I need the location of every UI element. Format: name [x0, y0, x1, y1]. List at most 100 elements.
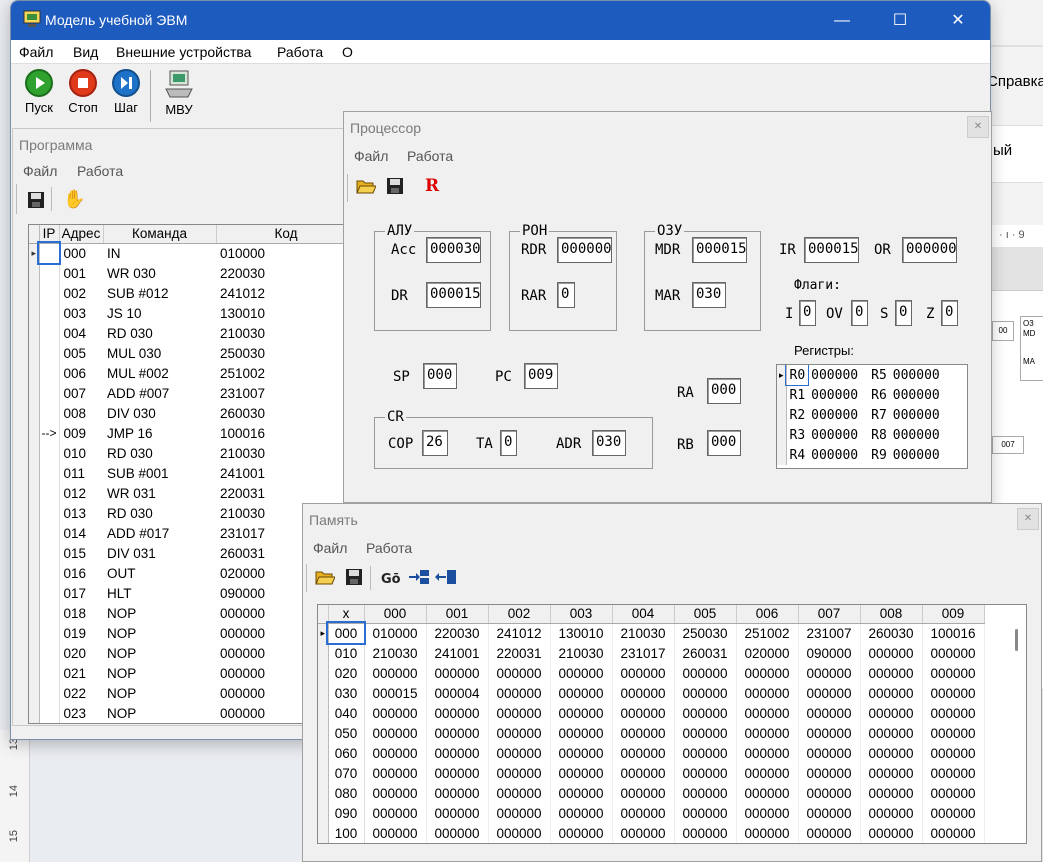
memory-row[interactable]: 100 000000 000000 000000 000000 000000 000000 0… — [318, 823, 985, 843]
table-row[interactable]: 011 SUB #001 241001 — [29, 463, 356, 483]
memory-cell[interactable]: 000000 — [798, 743, 861, 763]
processor-close-button[interactable]: ✕ — [967, 116, 989, 138]
memory-cell[interactable]: 000000 — [426, 803, 489, 823]
memory-cell[interactable]: 000000 — [612, 663, 675, 683]
mdr-field[interactable]: 000015 — [692, 237, 747, 263]
memory-cell[interactable]: 000000 — [860, 643, 923, 663]
menu-about[interactable]: О — [342, 44, 353, 60]
mvu-button[interactable]: МВУ — [159, 69, 199, 117]
memory-cell[interactable]: 000000 — [488, 803, 551, 823]
memory-cell[interactable]: 000000 — [798, 763, 861, 783]
rb-field[interactable]: 000 — [707, 430, 741, 456]
pc-field[interactable]: 009 — [524, 363, 558, 389]
memory-cell[interactable]: 000000 — [674, 723, 737, 743]
memory-cell[interactable]: 000000 — [488, 763, 551, 783]
memory-open-folder-icon[interactable] — [315, 568, 336, 586]
memory-cell[interactable]: 210030 — [612, 623, 675, 643]
rdr-field[interactable]: 000000 — [557, 237, 612, 263]
memory-cell[interactable]: 000000 — [736, 683, 799, 703]
memory-cell[interactable]: 000004 — [426, 683, 489, 703]
memory-cell[interactable]: 220030 — [426, 623, 489, 643]
memory-cell[interactable]: 000000 — [736, 823, 799, 843]
or-field[interactable]: 000000 — [902, 237, 957, 263]
close-button[interactable]: ✕ — [929, 1, 987, 40]
memory-cell[interactable]: 000000 — [674, 803, 737, 823]
rar-field[interactable]: 0 — [557, 282, 575, 308]
memory-cell[interactable]: 000000 — [488, 743, 551, 763]
menu-work[interactable]: Работа — [277, 44, 323, 60]
memory-menu-work[interactable]: Работа — [366, 540, 412, 556]
memory-cell[interactable]: 241012 — [488, 623, 551, 643]
menu-external-devices[interactable]: Внешние устройства — [116, 44, 251, 60]
open-folder-icon[interactable] — [356, 177, 377, 195]
memory-cell[interactable]: 241001 — [426, 643, 489, 663]
memory-cell[interactable]: 260030 — [860, 623, 923, 643]
memory-cell[interactable]: 000000 — [798, 723, 861, 743]
processor-menu-work[interactable]: Работа — [407, 148, 453, 164]
flag-s-field[interactable]: 0 — [895, 300, 912, 326]
memory-cell[interactable]: 000000 — [922, 663, 985, 683]
ir-field[interactable]: 000015 — [804, 237, 859, 263]
memory-cell[interactable]: 000000 — [426, 763, 489, 783]
memory-cell[interactable]: 000000 — [488, 823, 551, 843]
memory-scrollbar[interactable] — [1015, 629, 1018, 651]
memory-cell[interactable]: 100016 — [922, 623, 985, 643]
table-row[interactable]: 012 WR 031 220031 — [29, 483, 356, 503]
memory-cell[interactable]: 000000 — [550, 663, 613, 683]
sp-field[interactable]: 000 — [423, 363, 457, 389]
memory-cell[interactable]: 000000 — [798, 823, 861, 843]
table-row[interactable]: 010 RD 030 210030 — [29, 443, 356, 463]
menu-file[interactable]: Файл — [19, 44, 53, 60]
memory-row[interactable]: 040 000000 000000 000000 000000 000000 000000 0… — [318, 703, 985, 723]
memory-row[interactable]: 010 210030 241001 220031 210030 231017 260031 0… — [318, 643, 985, 663]
memory-cell[interactable]: 000000 — [922, 823, 985, 843]
memory-cell[interactable]: 000000 — [860, 763, 923, 783]
ta-field[interactable]: 0 — [500, 430, 517, 456]
memory-row[interactable]: ▸ 000 010000 220030 241012 130010 210030 250030… — [318, 621, 985, 645]
memory-cell[interactable]: 090000 — [798, 643, 861, 663]
memory-cell[interactable]: 000000 — [860, 743, 923, 763]
memory-cell[interactable]: 000000 — [674, 783, 737, 803]
memory-cell[interactable]: 000000 — [364, 783, 427, 803]
register-row[interactable]: ▸ R0 000000 R5 000000 — [777, 365, 950, 386]
memory-cell[interactable]: 000000 — [426, 743, 489, 763]
memory-cell[interactable]: 000000 — [922, 783, 985, 803]
memory-cell[interactable]: 000000 — [364, 803, 427, 823]
cop-field[interactable]: 26 — [422, 430, 448, 456]
adr-field[interactable]: 030 — [592, 430, 626, 456]
flag-i-field[interactable]: 0 — [799, 300, 816, 326]
table-row[interactable]: 005 MUL 030 250030 — [29, 343, 356, 363]
memory-cell[interactable]: 000000 — [488, 663, 551, 683]
memory-cell[interactable]: 000000 — [364, 823, 427, 843]
memory-cell[interactable]: 000000 — [550, 763, 613, 783]
memory-cell[interactable]: 000000 — [736, 723, 799, 743]
memory-close-button[interactable]: ✕ — [1017, 508, 1039, 530]
memory-row[interactable]: 050 000000 000000 000000 000000 000000 000000 0… — [318, 723, 985, 743]
memory-cell[interactable]: 000000 — [860, 663, 923, 683]
memory-row[interactable]: 070 000000 000000 000000 000000 000000 000000 0… — [318, 763, 985, 783]
stop-button[interactable]: Стоп — [65, 69, 101, 115]
memory-row[interactable]: 060 000000 000000 000000 000000 000000 000000 0… — [318, 743, 985, 763]
memory-cell[interactable]: 000000 — [922, 743, 985, 763]
memory-cell[interactable]: 010000 — [364, 623, 427, 643]
memory-cell[interactable]: 000000 — [426, 703, 489, 723]
memory-cell[interactable]: 000000 — [426, 823, 489, 843]
memory-cell[interactable]: 251002 — [736, 623, 799, 643]
memory-cell[interactable]: 000000 — [922, 763, 985, 783]
memory-cell[interactable]: 000000 — [860, 783, 923, 803]
memory-cell[interactable]: 000000 — [674, 823, 737, 843]
memory-cell[interactable]: 260031 — [674, 643, 737, 663]
memory-cell[interactable]: 000000 — [364, 703, 427, 723]
memory-cell[interactable]: 000000 — [550, 823, 613, 843]
memory-cell[interactable]: 000000 — [550, 803, 613, 823]
maximize-button[interactable]: ☐ — [871, 1, 929, 40]
memory-cell[interactable]: 000000 — [798, 803, 861, 823]
memory-cell[interactable]: 000000 — [612, 723, 675, 743]
step-button[interactable]: Шаг — [109, 69, 143, 115]
memory-cell[interactable]: 000000 — [736, 783, 799, 803]
memory-cell[interactable]: 000000 — [550, 783, 613, 803]
table-row[interactable]: 006 MUL #002 251002 — [29, 363, 356, 383]
memory-cell[interactable]: 000000 — [612, 763, 675, 783]
memory-cell[interactable]: 000000 — [426, 663, 489, 683]
memory-cell[interactable]: 000000 — [860, 723, 923, 743]
